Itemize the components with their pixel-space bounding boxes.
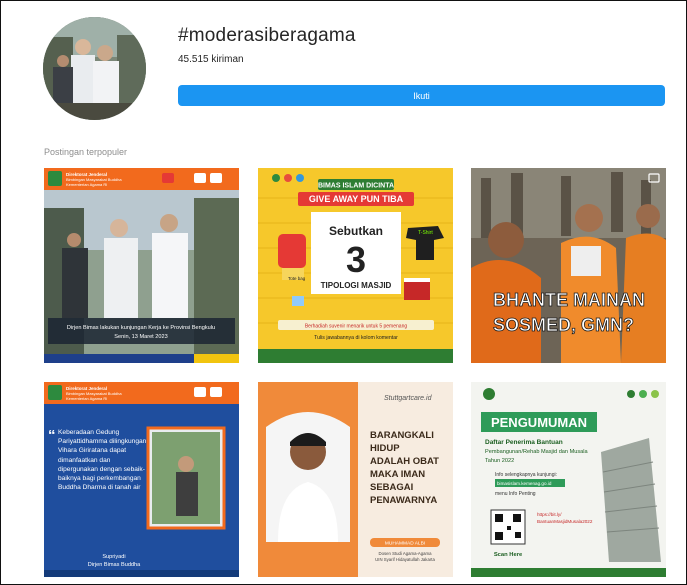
follow-button[interactable]: Ikuti bbox=[178, 85, 665, 106]
post-number: 3 bbox=[346, 239, 366, 280]
post-quote-line4: MAKA IMAN bbox=[370, 469, 425, 480]
post-name: MUHAMMAD ALBI bbox=[385, 541, 425, 547]
post-count: 45.515 kiriman bbox=[178, 54, 244, 65]
post-image: PENGUMUMAN Daftar Penerima Bantuan Pemba… bbox=[471, 382, 666, 577]
post-url: bimasislam.kemenag.go.id bbox=[497, 481, 552, 486]
post-subtitle-line3: Tahun 2022 bbox=[485, 458, 514, 464]
post-quote-line5: SEBAGAI bbox=[370, 482, 413, 493]
post-tile[interactable]: BHANTE MAINAN SOSMED, GMN? bbox=[471, 168, 666, 363]
section-title: Postingan terpopuler bbox=[44, 147, 128, 157]
post-banner: BIMAS ISLAM DICINTA bbox=[318, 183, 394, 190]
hashtag-avatar bbox=[43, 17, 146, 120]
post-header-line3: Kementerian Agama RI bbox=[66, 396, 107, 401]
post-brand: Stuttgartcare.id bbox=[384, 395, 433, 402]
post-tag-tote: Tote bag bbox=[288, 276, 306, 281]
post-header-line3: Kementerian Agama RI bbox=[66, 182, 107, 187]
avatar-photo bbox=[43, 17, 146, 120]
post-role-line1: Dosen Studi Agama-Agama bbox=[378, 551, 432, 556]
post-image: BHANTE MAINAN SOSMED, GMN? bbox=[471, 168, 666, 363]
post-role: Dirjen Bimas Buddha bbox=[88, 562, 141, 568]
post-tile[interactable]: Stuttgartcare.id BARANGKALI HIDUP ADALAH… bbox=[258, 382, 453, 577]
post-menu: menu Info Penting bbox=[495, 491, 536, 497]
hashtag-page: #moderasiberagama 45.515 kiriman Ikuti P… bbox=[0, 0, 687, 585]
post-tile[interactable]: Direktorat Jenderal Bimbingan Masyarakat… bbox=[44, 382, 239, 577]
post-scan: Scan Here bbox=[494, 552, 523, 558]
post-quote-line3: ADALAH OBAT bbox=[370, 456, 439, 467]
post-title: PENGUMUMAN bbox=[491, 415, 587, 430]
post-image: Stuttgartcare.id BARANGKALI HIDUP ADALAH… bbox=[258, 382, 453, 577]
post-quote: Keberadaan Gedung Pariyattidhamma diling… bbox=[58, 429, 147, 492]
post-short-url: https://bit.ly/ bbox=[537, 512, 562, 517]
post-ribbon: GIVE AWAY PUN TIBA bbox=[309, 194, 404, 204]
post-caption-line1: Dirjen Bimas lakukan kunjungan Kerja ke … bbox=[67, 325, 215, 331]
post-subtitle-line2: Pembangunan/Rehab Masjid dan Musala bbox=[485, 449, 589, 455]
post-tile[interactable]: BIMAS ISLAM DICINTA GIVE AWAY PUN TIBA S… bbox=[258, 168, 453, 363]
post-image: Direktorat Jenderal Bimbingan Masyarakat… bbox=[44, 382, 239, 577]
post-subtitle-line1: Daftar Penerima Bantuan bbox=[485, 439, 563, 446]
post-cta: Tulis jawabannya di kolom komentar bbox=[314, 335, 398, 341]
post-image: BIMAS ISLAM DICINTA GIVE AWAY PUN TIBA S… bbox=[258, 168, 453, 363]
post-image: Direktorat Jenderal Bimbingan Masyarakat… bbox=[44, 168, 239, 363]
post-role-line2: UIN Syarif Hidayatullah Jakarta bbox=[375, 557, 435, 562]
post-caption-line2: Senin, 13 Maret 2023 bbox=[114, 334, 168, 340]
svg-text:“: “ bbox=[48, 427, 56, 444]
post-headline-line1: BHANTE MAINAN bbox=[493, 290, 645, 310]
post-tile[interactable]: PENGUMUMAN Daftar Penerima Bantuan Pemba… bbox=[471, 382, 666, 577]
post-quote-line6: PENAWARNYA bbox=[370, 495, 437, 506]
post-tile[interactable]: Direktorat Jenderal Bimbingan Masyarakat… bbox=[44, 168, 239, 363]
post-lead: Sebutkan bbox=[329, 224, 383, 238]
post-tag-tshirt: T-Shirt bbox=[418, 230, 433, 236]
post-subject: TIPOLOGI MASJID bbox=[321, 281, 392, 290]
post-quote-line2: HIDUP bbox=[370, 443, 400, 454]
post-headline-line2: SOSMED, GMN? bbox=[493, 315, 634, 335]
post-prize: Berhadiah suvenir menarik untuk 5 pemena… bbox=[305, 324, 408, 330]
post-short-path: BantuanMasjidMusala2022 bbox=[537, 519, 593, 524]
hashtag-title: #moderasiberagama bbox=[178, 25, 356, 46]
post-quote-line1: BARANGKALI bbox=[370, 430, 434, 441]
post-author: Supriyadi bbox=[102, 554, 125, 560]
post-info: Info selengkapnya kunjungi: bbox=[495, 472, 557, 478]
